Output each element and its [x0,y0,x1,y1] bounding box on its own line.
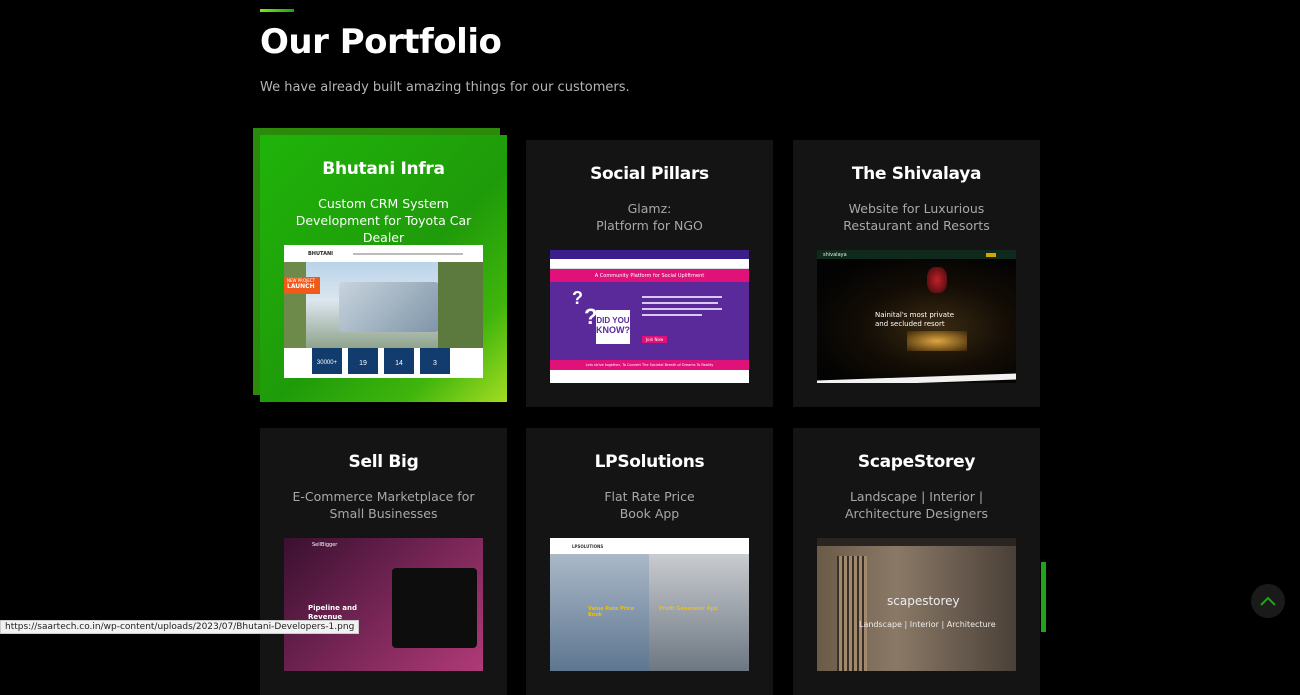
card-title: Bhutani Infra [322,159,445,179]
thumb-stat: 3 [420,348,450,374]
card-title: LPSolutions [594,452,705,472]
thumb-banner: A Community Platform for Social Upliftme… [550,269,749,283]
card-title: The Shivalaya [851,164,982,184]
thumb-logo: BHUTANI [308,250,333,257]
card-description: E-Commerce Marketplace for Small Busines… [292,489,475,521]
thumb-did-you: DID YOU [596,316,630,325]
card-title: Social Pillars [590,164,709,184]
decorative-green-bar [1041,562,1046,632]
thumb-footer: Lets strive together, To Convert The Soc… [550,360,749,370]
card-thumbnail[interactable]: SellBigger Pipeline and Revenue Growth [284,538,483,671]
scroll-to-top-button[interactable] [1251,584,1285,618]
portfolio-card-bhutani[interactable]: Bhutani Infra Custom CRM System Developm… [260,135,507,402]
page-title: Our Portfolio [260,22,502,62]
card-description: Website for Luxurious Restaurant and Res… [843,201,990,233]
thumb-stat: 19 [348,348,378,374]
chevron-up-icon [1260,596,1276,606]
thumb-tagline: Nainital's most private and secluded res… [875,311,955,328]
card-thumbnail[interactable]: LPSOLUTIONS Value Rate Price Book Profit… [550,538,749,671]
portfolio-card-lpsolutions[interactable]: LPSolutions Flat Rate Price Book App LPS… [526,428,773,695]
card-thumbnail[interactable]: A Community Platform for Social Upliftme… [550,250,749,383]
thumb-stat: 30000+ [312,348,342,374]
thumb-know: KNOW? [596,325,630,335]
thumb-brand: scapestorey [887,594,960,608]
card-title: ScapeStorey [857,452,976,472]
thumb-brand: shivalaya [823,251,847,258]
card-description: Landscape | Interior | Architecture Desi… [845,489,988,521]
portfolio-card-shivalaya[interactable]: The Shivalaya Website for Luxurious Rest… [793,140,1040,407]
thumb-brand: SellBigger [312,542,338,548]
card-thumbnail[interactable]: scapestorey Landscape | Interior | Archi… [817,538,1016,671]
portfolio-card-social-pillars[interactable]: Social Pillars Glamz: Platform for NGO A… [526,140,773,407]
thumb-left-label: Value Rate Price Book [588,606,635,618]
card-description: Flat Rate Price Book App [604,489,695,521]
card-description: Glamz: Platform for NGO [596,201,703,233]
portfolio-card-scapestorey[interactable]: ScapeStorey Landscape | Interior | Archi… [793,428,1040,695]
card-thumbnail[interactable]: shivalaya Nainital's most private and se… [817,250,1016,383]
card-thumbnail[interactable]: BHUTANI NEW PROJECT LAUNCH 30000+ 19 14 … [284,245,483,378]
page-subtitle: We have already built amazing things for… [260,80,630,95]
thumb-stat: 14 [384,348,414,374]
card-title: Sell Big [348,452,419,472]
card-description: Custom CRM System Development for Toyota… [295,196,472,245]
thumb-right-label: Profit Generator App [659,606,718,612]
portfolio-card-sell-big[interactable]: Sell Big E-Commerce Marketplace for Smal… [260,428,507,695]
title-accent-line [260,9,294,12]
thumb-tagline: Landscape | Interior | Architecture [859,620,996,629]
thumb-brand: LPSOLUTIONS [572,543,604,549]
thumb-badge-main: LAUNCH [287,283,315,290]
thumb-cta: Join Now [642,336,668,343]
